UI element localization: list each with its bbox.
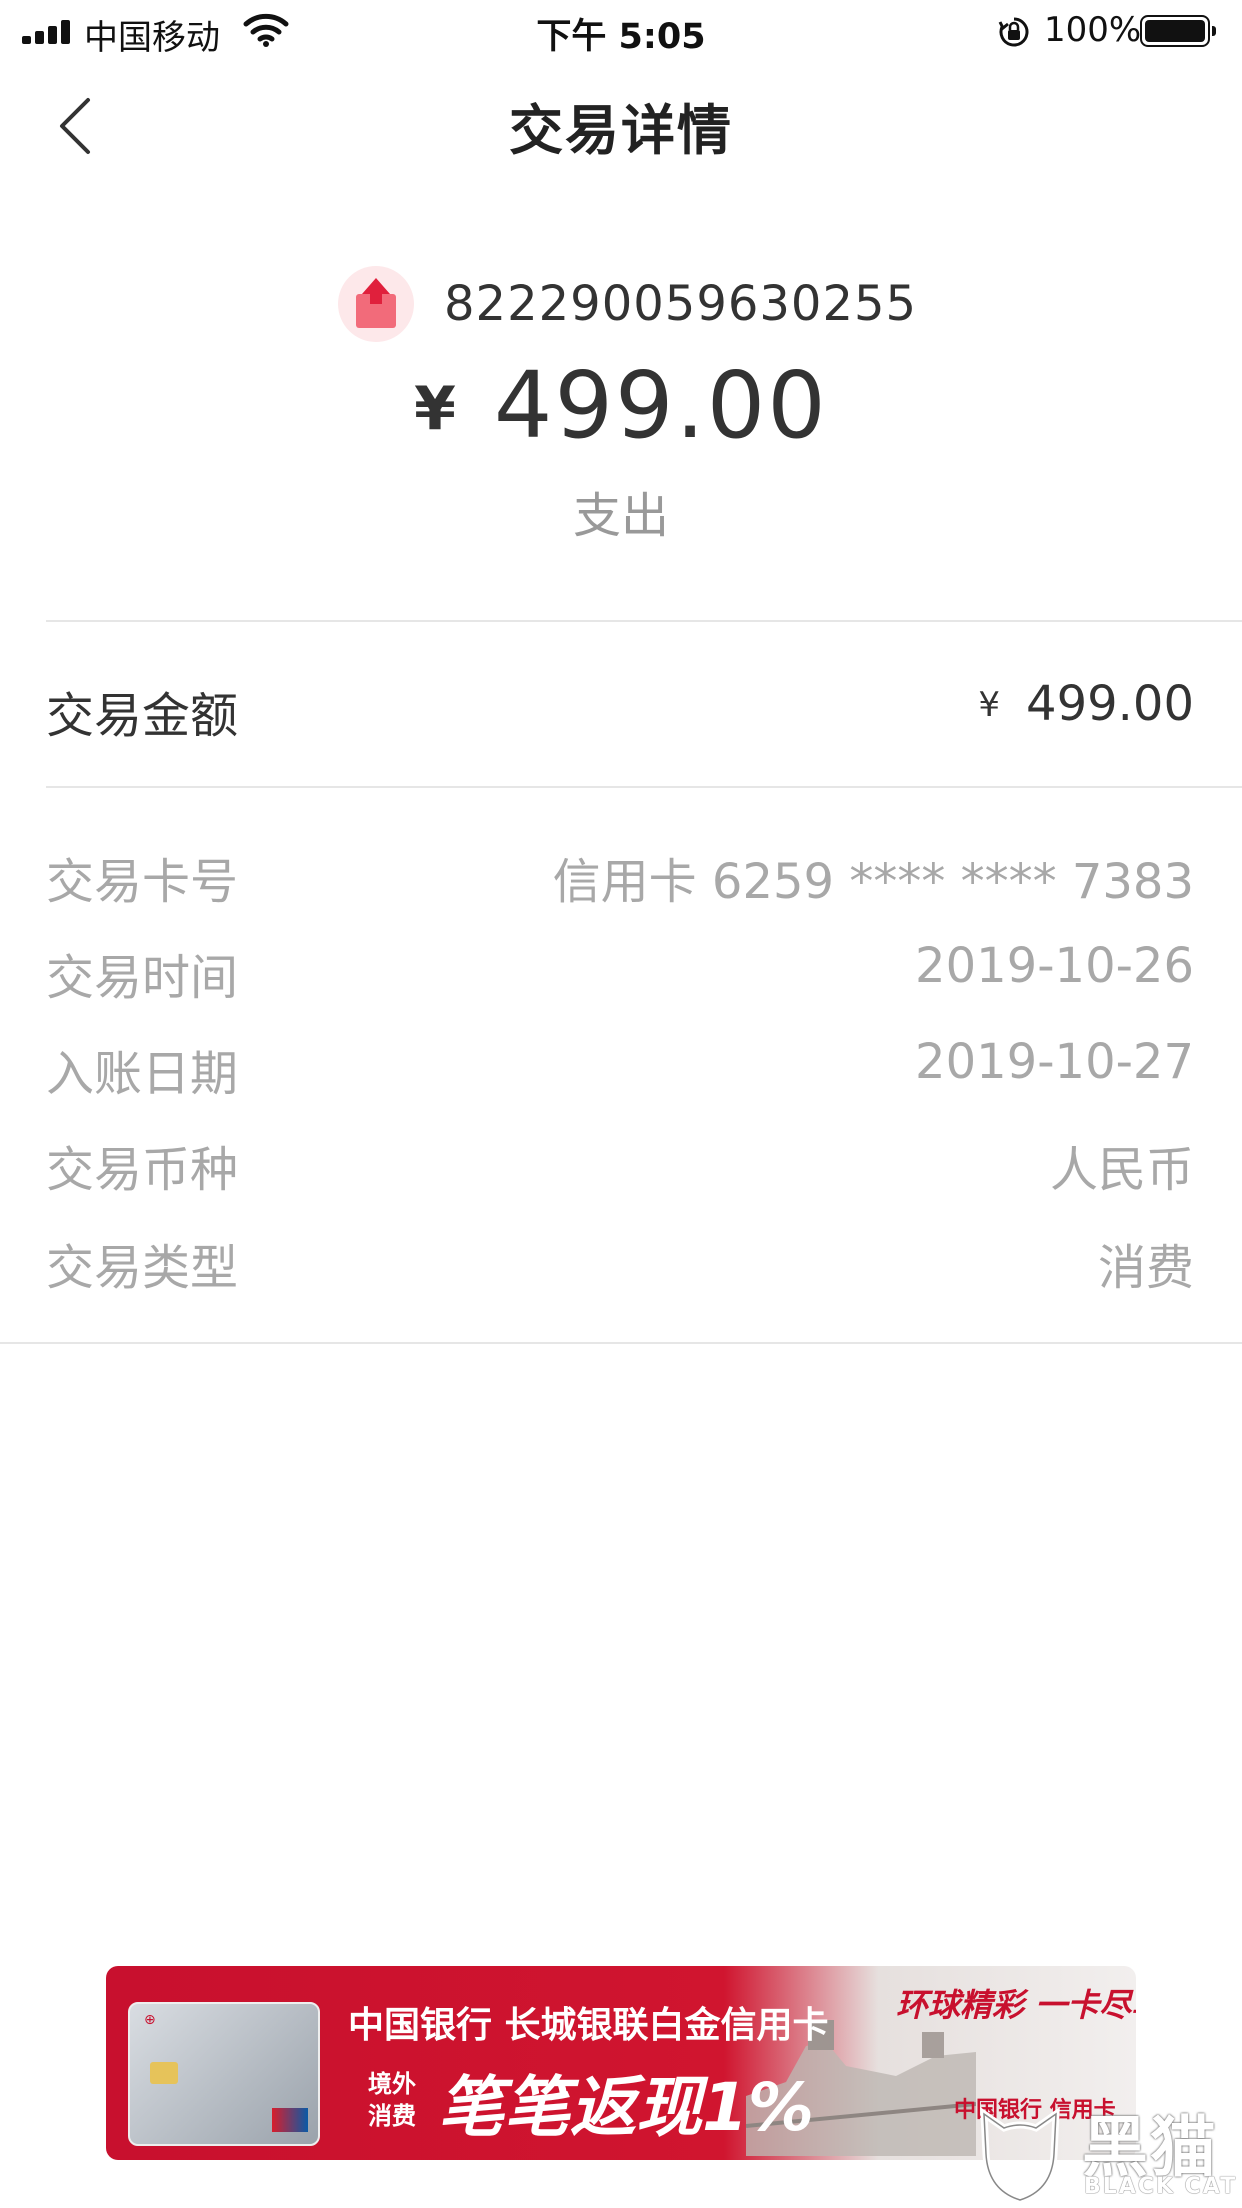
transaction-id: 822290059630255 (444, 276, 918, 332)
detail-label-currency: 交易币种 (46, 1142, 239, 1198)
detail-value-type: 消费 (1097, 1240, 1194, 1296)
banner-headline: 笔笔返现1% (438, 2069, 815, 2146)
orientation-lock-icon (998, 17, 1029, 47)
amount-value: 499.00 (1026, 676, 1194, 732)
watermark-subtext: BLACK CAT (1084, 2174, 1238, 2199)
detail-value-post-date: 2019-10-27 (915, 1034, 1194, 1090)
banner-tag-line2: 消费 (368, 2102, 416, 2130)
summary-amount: ¥499.00 (0, 352, 1242, 459)
detail-label-time: 交易时间 (46, 950, 239, 1006)
page-title: 交易详情 (509, 99, 733, 162)
credit-card-image: ⊕ (128, 2002, 320, 2146)
detail-value-card: 信用卡 6259 **** **** 7383 (552, 854, 1194, 910)
transaction-direction: 支出 (572, 488, 669, 544)
detail-label-type: 交易类型 (46, 1240, 239, 1296)
status-bar: 中国移动 下午 5:05 100% (0, 0, 1242, 60)
detail-value-currency: 人民币 (1049, 1142, 1194, 1198)
detail-label-post-date: 入账日期 (46, 1046, 239, 1102)
banner-slogan: 环球精彩 一卡尽享 (896, 1986, 1136, 2024)
currency-symbol: ¥ (978, 685, 1001, 725)
amount-label: 交易金额 (46, 688, 239, 744)
currency-symbol: ¥ (414, 374, 456, 444)
detail-label-card: 交易卡号 (46, 854, 239, 910)
watermark: 黑猫 BLACK CAT (974, 2094, 1242, 2208)
banner-tag: 境外 消费 (368, 2068, 428, 2132)
divider (0, 1342, 1242, 1344)
amount-row-value: ¥499.00 (978, 676, 1194, 732)
battery-icon (1140, 15, 1216, 47)
card-bank-logo: ⊕ (144, 2012, 156, 2028)
expense-icon (338, 266, 414, 342)
banner-title: 中国银行 长城银联白金信用卡 (348, 2005, 829, 2046)
detail-value-time: 2019-10-26 (915, 938, 1194, 994)
divider (46, 620, 1242, 622)
battery-percent: 100% (1044, 10, 1142, 50)
amount-value: 499.00 (493, 352, 828, 459)
card-chip (150, 2062, 178, 2084)
black-cat-logo-icon (980, 2107, 1060, 2204)
banner-tag-line1: 境外 (368, 2070, 416, 2098)
divider (46, 786, 1242, 788)
unionpay-logo (272, 2108, 308, 2132)
